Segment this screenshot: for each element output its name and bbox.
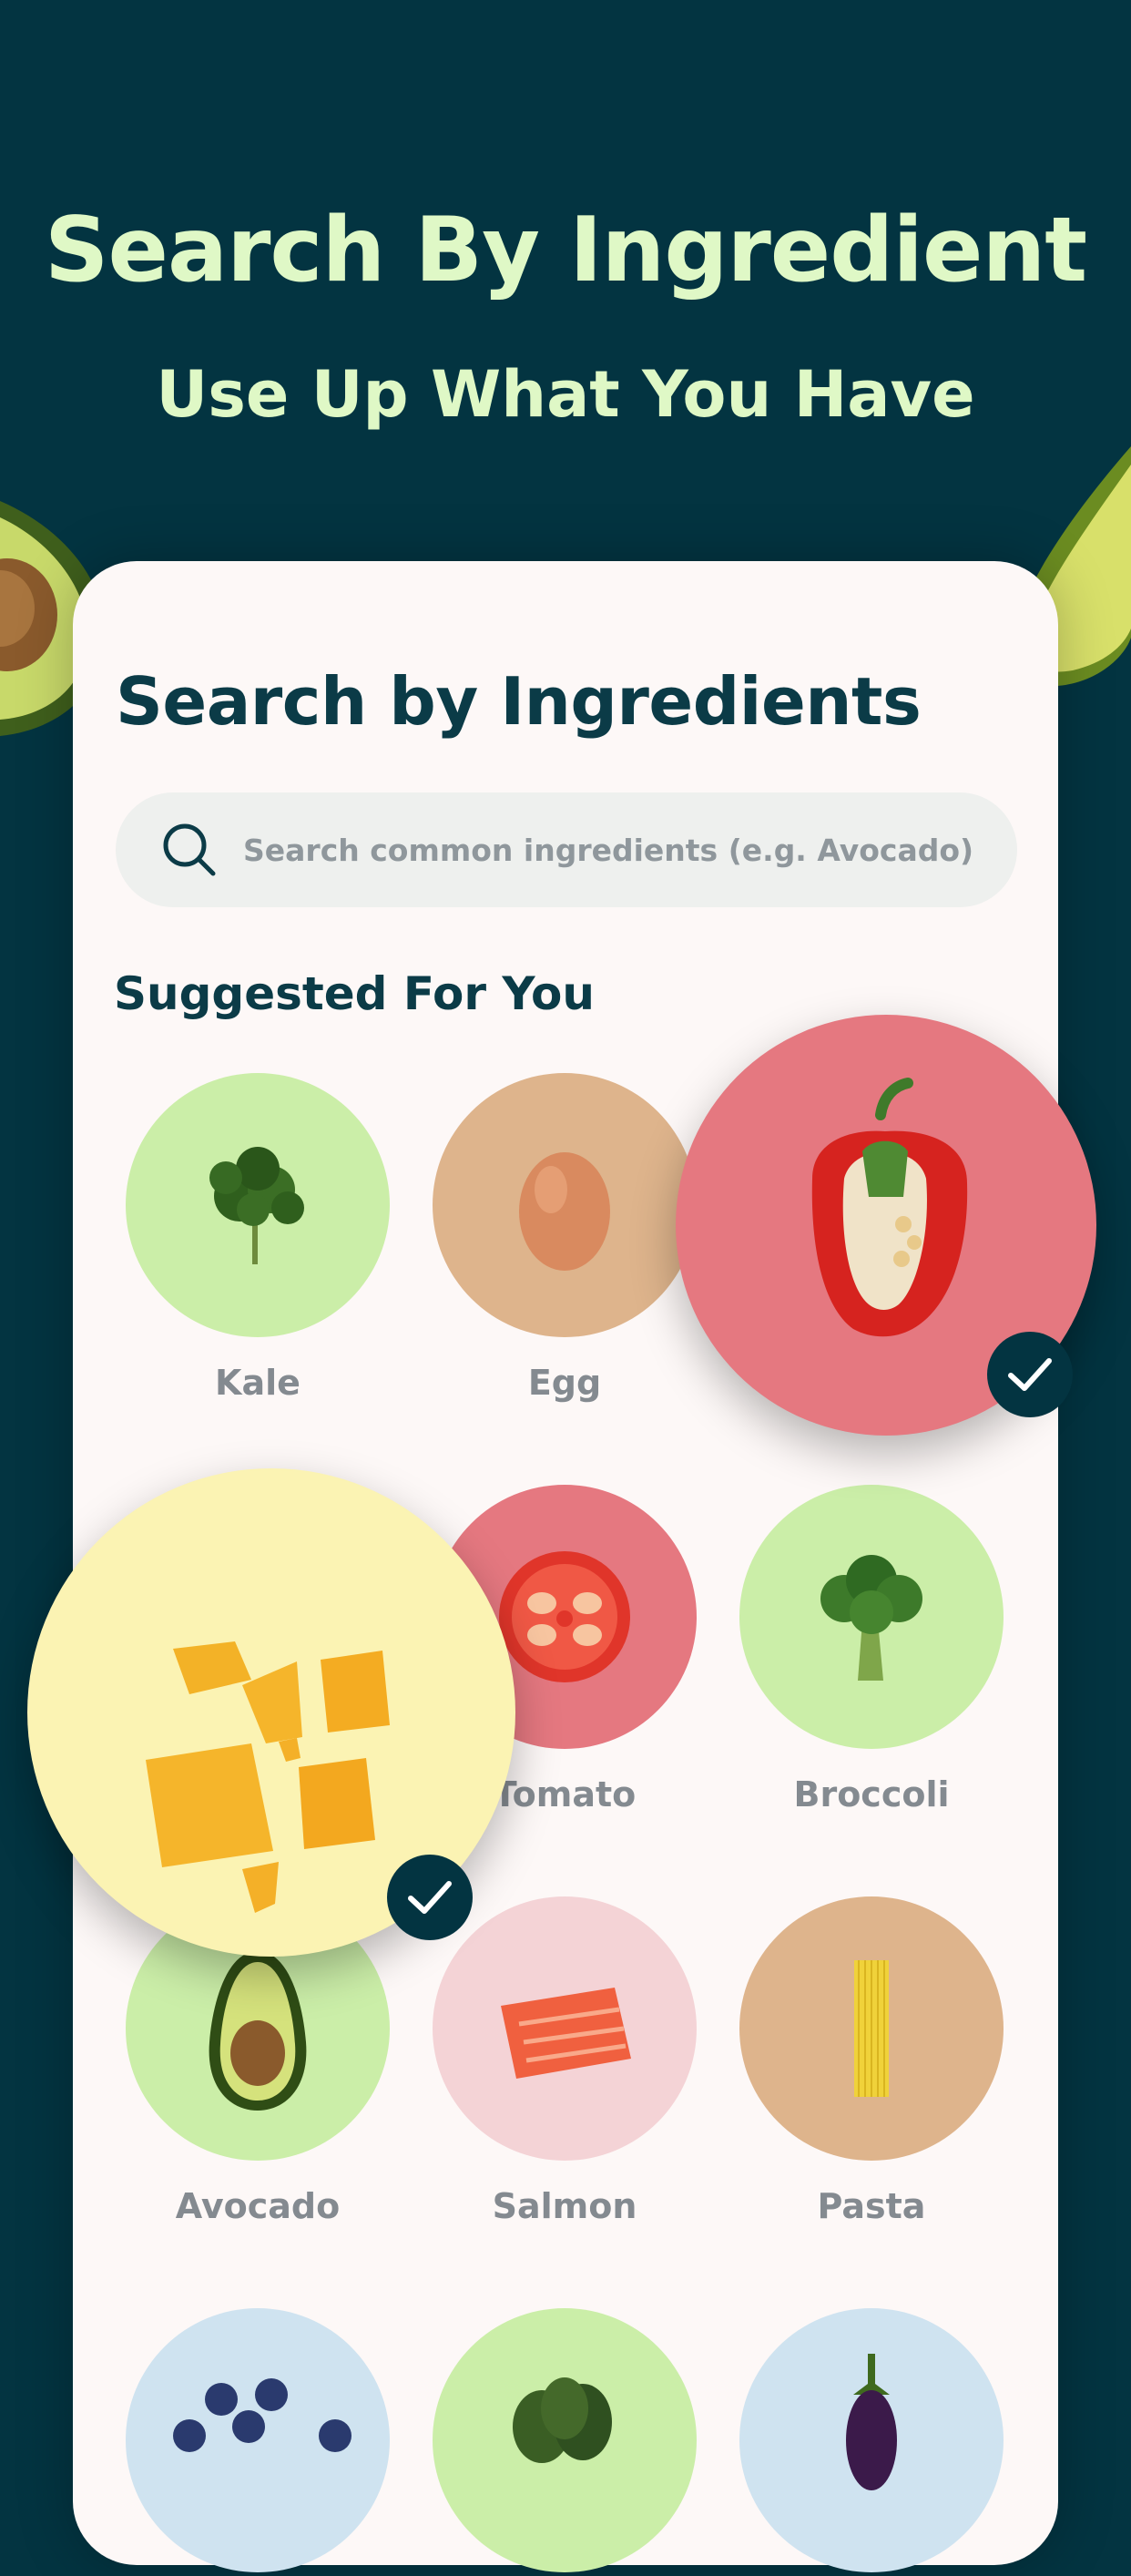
ingredient-label-avocado: Avocado xyxy=(175,2186,341,2226)
ingredient-label-kale: Kale xyxy=(215,1363,301,1403)
section-title: Suggested For You xyxy=(114,967,595,1020)
ingredient-tile-spinach[interactable] xyxy=(433,2308,697,2572)
promo-subtitle: Use Up What You Have xyxy=(156,357,975,432)
eggplant-icon xyxy=(846,2354,897,2490)
pasta-icon xyxy=(854,1960,889,2097)
promo-title: Search By Ingredient xyxy=(44,199,1087,302)
ingredient-label-pasta: Pasta xyxy=(817,2186,926,2226)
ingredient-tile-kale[interactable] xyxy=(126,1073,390,1337)
ingredient-tile-pasta[interactable] xyxy=(739,1896,1004,2161)
ingredient-label-egg: Egg xyxy=(527,1363,602,1403)
kale-icon xyxy=(209,1147,304,1264)
search-input[interactable]: Search common ingredients (e.g. Avocado) xyxy=(116,792,1017,907)
ingredient-label-salmon: Salmon xyxy=(492,2186,637,2226)
ingredient-label-broccoli: Broccoli xyxy=(793,1774,950,1814)
blueberries-icon xyxy=(173,2378,352,2452)
check-icon xyxy=(1008,1358,1052,1391)
spinach-icon xyxy=(513,2377,612,2463)
check-badge-bell-pepper[interactable] xyxy=(987,1332,1073,1417)
search-icon xyxy=(163,823,216,876)
ingredient-tile-egg[interactable] xyxy=(433,1073,697,1337)
egg-icon xyxy=(519,1152,610,1271)
ingredient-tile-eggplant[interactable] xyxy=(739,2308,1004,2572)
ingredient-tile-broccoli[interactable] xyxy=(739,1485,1004,1749)
search-placeholder: Search common ingredients (e.g. Avocado) xyxy=(243,833,974,868)
check-icon xyxy=(408,1881,452,1914)
broccoli-icon xyxy=(820,1555,922,1681)
ingredient-tile-blueberries[interactable] xyxy=(126,2308,390,2572)
check-badge-cheese[interactable] xyxy=(387,1855,473,1940)
card-title: Search by Ingredients xyxy=(116,663,922,740)
